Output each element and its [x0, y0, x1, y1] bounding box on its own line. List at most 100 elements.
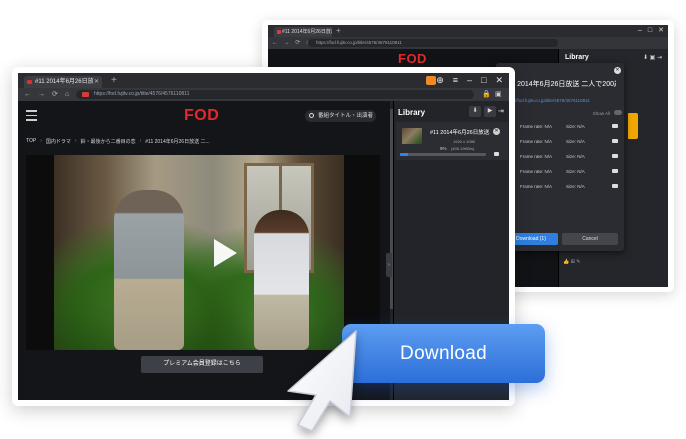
back-library-title: Library [565, 54, 589, 61]
row-frame-rate: Frame rate: N/A [520, 169, 553, 174]
panel-collapse-icon[interactable]: › [386, 253, 392, 277]
item-download-speed: (405.19KB/s) [451, 146, 475, 151]
back-maximize-icon[interactable]: □ [648, 25, 652, 37]
premium-signup-button[interactable]: プレミアム会員登録はこちら [141, 356, 263, 373]
back-browser-tab[interactable]: #11 2014年6月26日放送 [274, 27, 332, 37]
address-bar-row: ← → ⟳ ⌂ https://fod.fujitv.co.jp/title/4… [18, 88, 509, 101]
maximize-icon[interactable]: □ [481, 73, 486, 88]
breadcrumb-separator-icon: › [40, 138, 42, 144]
library-title: Library [398, 108, 426, 117]
minimize-icon[interactable]: – [467, 73, 472, 88]
front-tab-bar: #11 2014年6月26日放 ✕ + ⊕ ≡ – □ ✕ [18, 73, 509, 88]
tab-favicon-icon [27, 80, 32, 84]
forward-arrow-icon[interactable]: → [38, 88, 45, 101]
video-scene-person [114, 190, 184, 350]
item-close-icon[interactable]: ✕ [493, 128, 500, 135]
tab-title: #11 2014年6月26日放 [35, 79, 94, 85]
dialog-cancel-button[interactable]: Cancel [562, 233, 618, 245]
library-download-item: #11 2014年6月26日放送... ✕ 1920 x 1080 9% (40… [396, 122, 508, 160]
item-thumbnail [402, 128, 422, 144]
back-nav-icons[interactable]: ← → ⟳ ⌂ [272, 38, 312, 48]
play-icon[interactable] [214, 239, 237, 267]
exit-icon[interactable]: ⇥ [498, 106, 504, 117]
dialog-title: #11 2014年6月26日放送 二人で200歳へ！！ [504, 81, 616, 88]
row-size: Size: N/A [566, 154, 585, 159]
breadcrumb-separator-icon: › [139, 138, 142, 144]
row-frame-rate: Frame rate: N/A [520, 154, 553, 159]
row-video-icon [612, 124, 618, 128]
back-minimize-icon[interactable]: – [638, 25, 642, 37]
breadcrumb-item[interactable]: TOP [26, 138, 36, 145]
back-fod-logo: FOD [398, 51, 427, 66]
breadcrumb: TOP › 国内ドラマ › 鈴・最後から二番目の恋 › #11 2014年6月2… [26, 138, 210, 145]
breadcrumb-separator-icon: › [74, 138, 77, 144]
new-tab-icon[interactable]: + [111, 74, 117, 87]
row-video-icon [612, 154, 618, 158]
video-player[interactable] [26, 155, 380, 350]
search-box[interactable]: 番組タイトル・出演者 [305, 110, 376, 122]
front-window-controls: ⊕ ≡ – □ ✕ [436, 73, 503, 88]
dialog-url: https://fod.fujitv.co.jp/title/4576/4576… [504, 98, 590, 103]
home-icon[interactable]: ⌂ [65, 88, 69, 101]
dialog-format-row[interactable]: Frame rate: N/A Size: N/A [496, 121, 624, 133]
item-resolution: 1920 x 1080 [453, 139, 476, 144]
row-video-icon [612, 139, 618, 143]
item-progress-percent: 9% [440, 146, 447, 151]
back-orange-tab [628, 113, 638, 139]
row-frame-rate: Frame rate: N/A [520, 124, 553, 129]
breadcrumb-item: #11 2014年6月26日放送 二... [145, 139, 210, 145]
front-browser-tab[interactable]: #11 2014年6月26日放 ✕ [24, 76, 102, 88]
video-frame [54, 155, 344, 350]
navigation-buttons: ← → ⟳ ⌂ [24, 88, 69, 101]
dialog-format-row[interactable]: Frame rate: N/A Size: N/A [496, 166, 624, 178]
dialog-format-row[interactable]: Frame rate: N/A Size: N/A [496, 181, 624, 193]
back-tab-bar: #11 2014年6月26日放送 + – □ ✕ [268, 25, 668, 37]
camera-icon[interactable]: ▣ [495, 88, 502, 101]
dialog-close-icon[interactable]: ✕ [614, 67, 621, 74]
item-progress-fill [400, 153, 408, 156]
menu-icon[interactable]: ≡ [453, 73, 458, 88]
search-placeholder: 番組タイトル・出演者 [318, 113, 374, 119]
address-bar[interactable]: https://fod.fujitv.co.jp/title/4576/4576… [76, 90, 474, 99]
row-size: Size: N/A [566, 139, 585, 144]
back-address-bar[interactable]: https://fod.fujitv.co.jp/title/4576/4576… [308, 39, 558, 47]
back-window-controls: – □ ✕ [638, 25, 664, 37]
row-size: Size: N/A [566, 124, 585, 129]
search-icon [309, 113, 314, 118]
back-arrow-icon[interactable]: ← [24, 88, 31, 101]
row-size: Size: N/A [566, 184, 585, 189]
back-library-footer-icons[interactable]: 👍 ⊞ ✎ [563, 259, 663, 279]
item-title: #11 2014年6月26日放送... [430, 130, 490, 136]
extension-icon[interactable]: ⊕ [436, 73, 444, 88]
row-frame-rate: Frame rate: N/A [520, 139, 553, 144]
download-icon[interactable]: ⬇ [469, 106, 481, 117]
back-library-tools-icon[interactable]: ⬇ ▣ ⇥ [643, 54, 662, 61]
breadcrumb-item[interactable]: 鈴・最後から二番目の恋 [81, 138, 136, 145]
lock-icon[interactable]: 🔒 [482, 88, 491, 101]
dialog-show-all-label: Show All [592, 111, 610, 116]
dialog-show-all-toggle[interactable] [614, 110, 622, 115]
row-video-icon [612, 169, 618, 173]
row-video-icon [612, 184, 618, 188]
close-icon[interactable]: ✕ [495, 73, 503, 88]
mouse-pointer-icon [287, 330, 357, 432]
video-icon[interactable]: ▶ [484, 106, 496, 117]
gift-icon[interactable] [426, 76, 436, 85]
item-stop-icon[interactable] [494, 152, 499, 156]
tab-close-icon[interactable]: ✕ [94, 76, 99, 88]
row-frame-rate: Frame rate: N/A [520, 184, 553, 189]
row-size: Size: N/A [566, 169, 585, 174]
item-progress-bar [400, 153, 486, 156]
fod-logo[interactable]: FOD [184, 107, 219, 125]
dialog-format-row[interactable]: Frame rate: N/A Size: N/A [496, 151, 624, 163]
back-new-tab-icon[interactable]: + [336, 26, 341, 36]
back-address-bar-row: ← → ⟳ ⌂ https://fod.fujitv.co.jp/title/4… [268, 37, 668, 49]
dialog-format-row[interactable]: Frame rate: N/A Size: N/A [496, 136, 624, 148]
reload-icon[interactable]: ⟳ [52, 88, 58, 101]
site-favicon-icon [82, 92, 89, 97]
breadcrumb-item[interactable]: 国内ドラマ [46, 138, 71, 145]
address-text: https://fod.fujitv.co.jp/title/4576/4576… [94, 91, 190, 97]
hamburger-menu-icon[interactable] [26, 110, 37, 124]
download-options-dialog: ✕ #11 2014年6月26日放送 二人で200歳へ！！ https://fo… [496, 63, 624, 251]
back-close-icon[interactable]: ✕ [658, 25, 664, 37]
